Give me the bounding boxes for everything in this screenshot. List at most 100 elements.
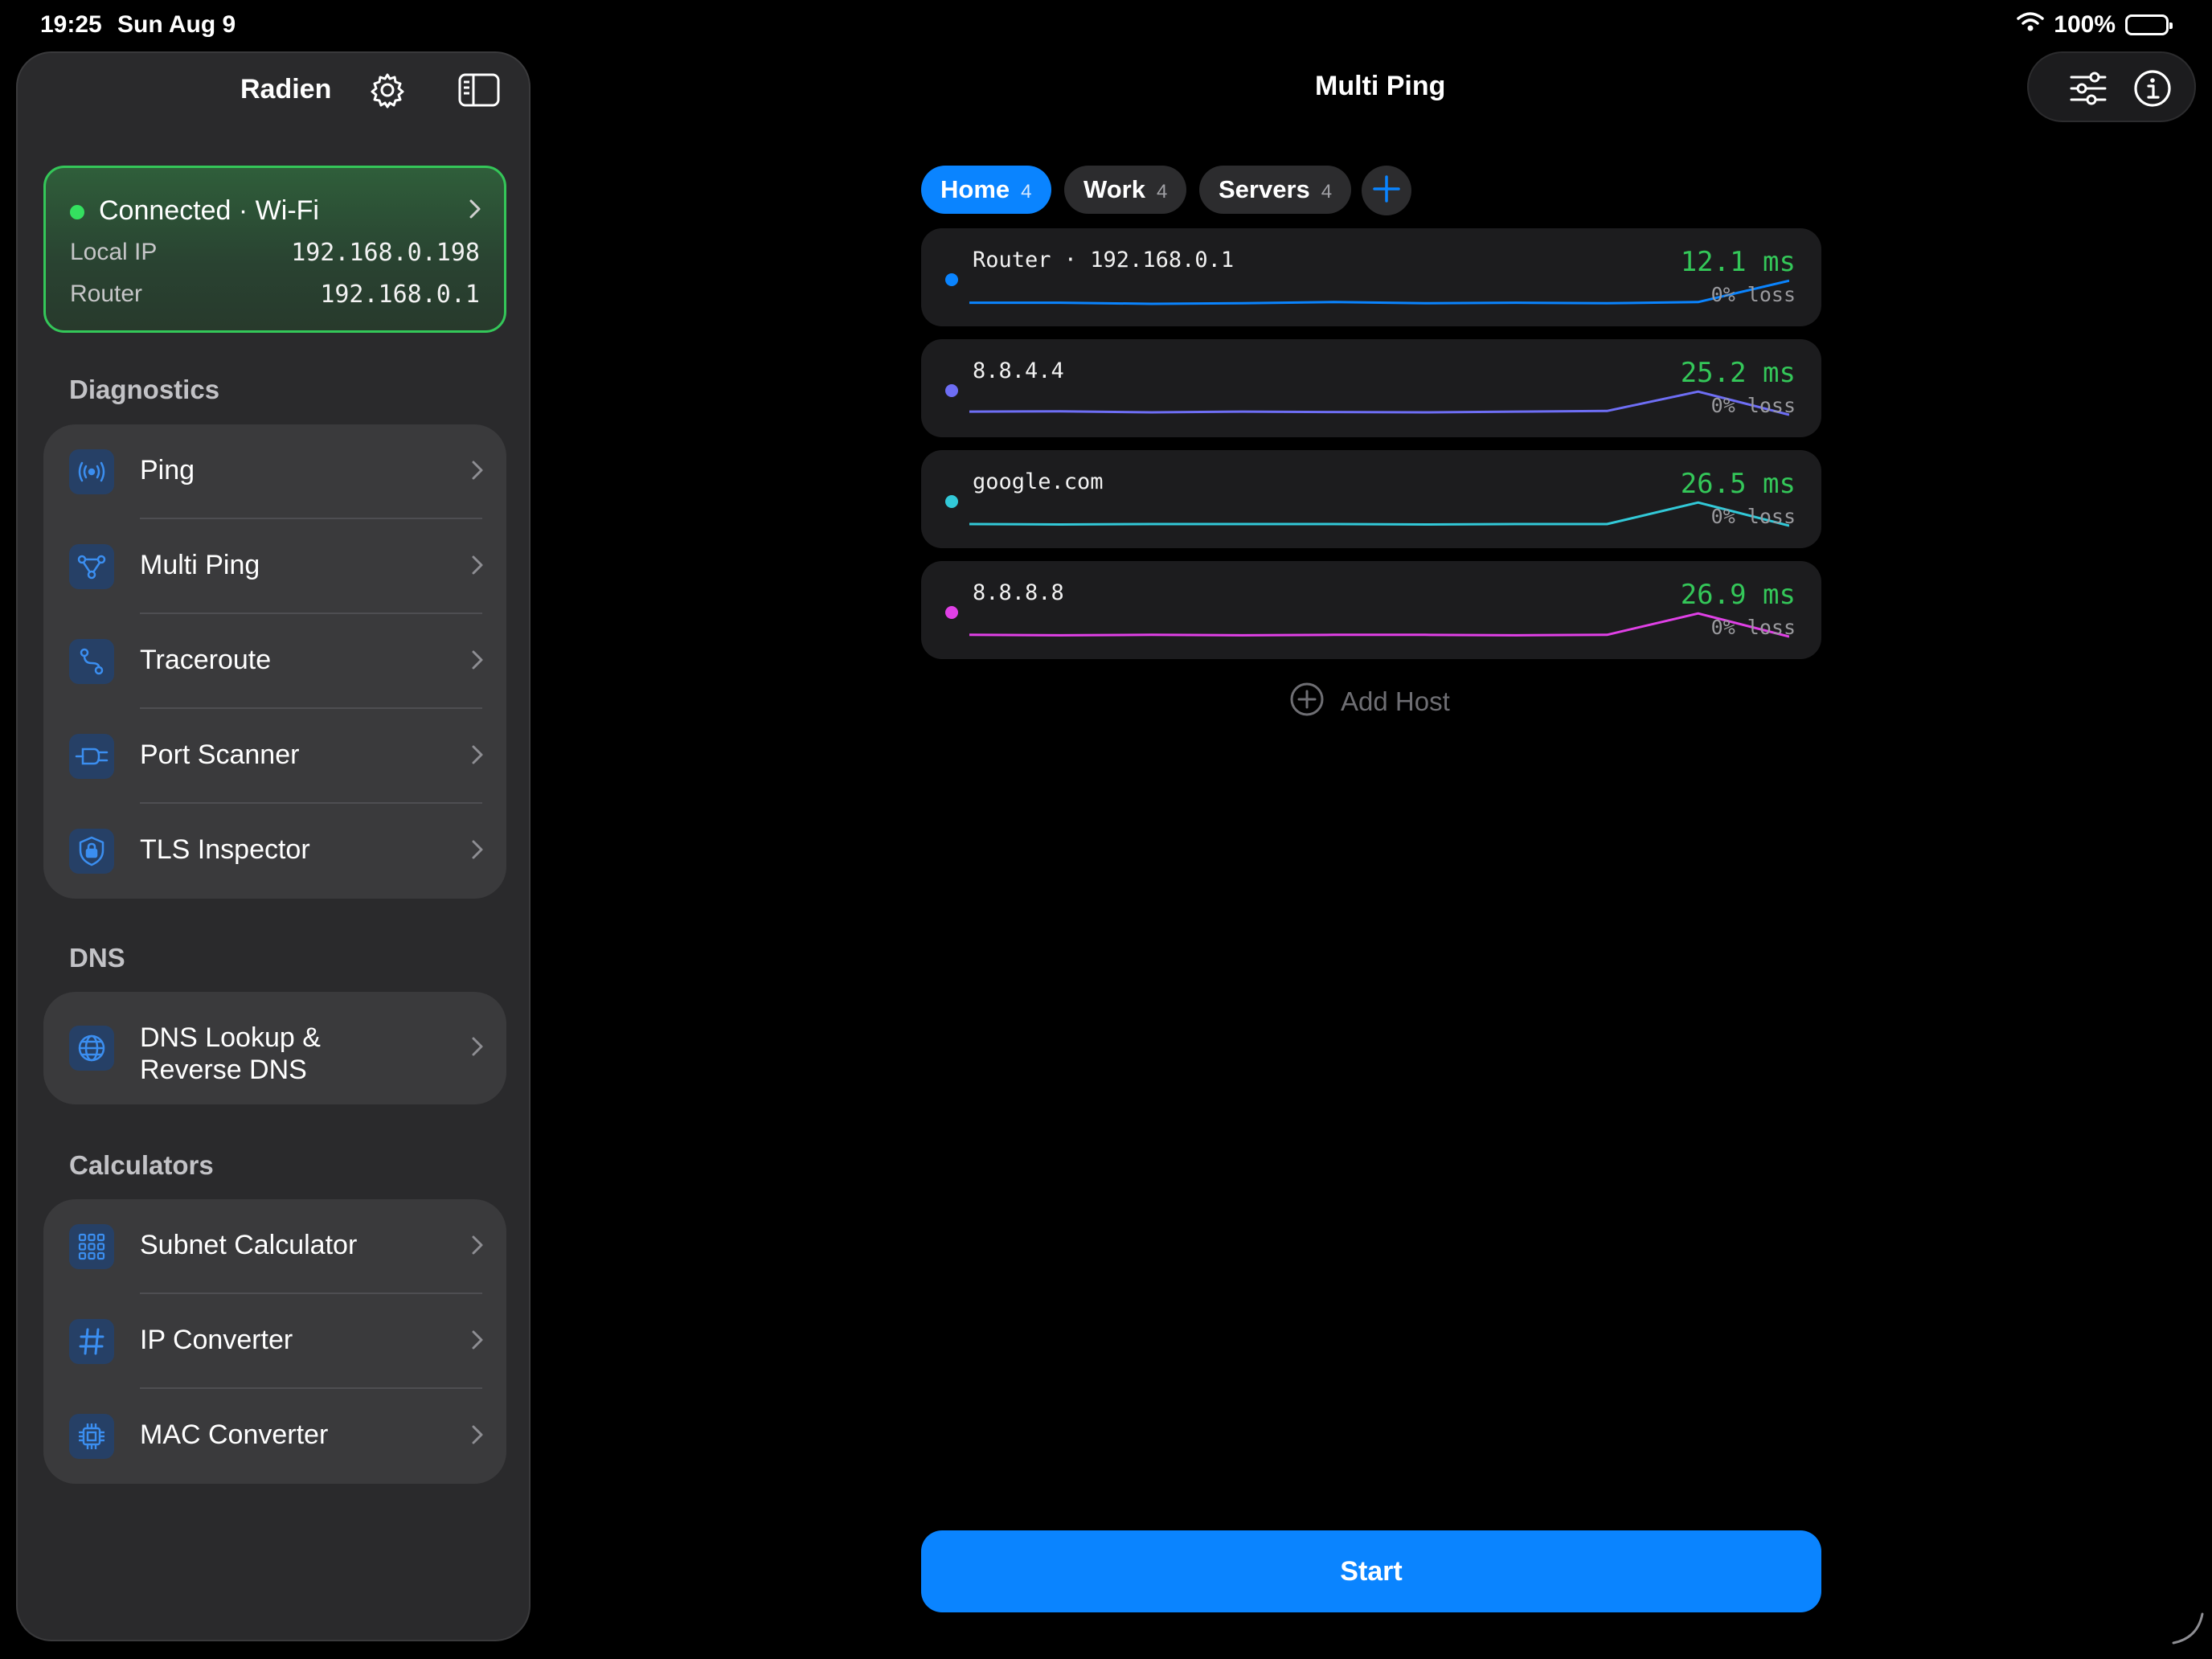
sidebar-item-dns-lookup[interactable]: DNS Lookup & Reverse DNS bbox=[43, 1001, 506, 1096]
host-color-dot bbox=[945, 273, 958, 286]
sidebar-item-mac-converter[interactable]: MAC Converter bbox=[43, 1389, 506, 1484]
chevron-right-icon bbox=[469, 199, 481, 223]
local-ip-label: Local IP bbox=[70, 239, 158, 265]
host-color-dot bbox=[945, 384, 958, 397]
sidebar-item-label: Subnet Calculator bbox=[140, 1230, 358, 1260]
host-latency: 26.9 ms bbox=[1680, 579, 1796, 611]
wifi-icon bbox=[2017, 11, 2045, 39]
chip-icon bbox=[69, 1414, 114, 1459]
host-color-dot bbox=[945, 606, 958, 619]
sidebar-item-label: Multi Ping bbox=[140, 550, 260, 580]
section-title-diagnostics: Diagnostics bbox=[69, 375, 220, 404]
chevron-right-icon bbox=[471, 1424, 484, 1449]
tab-label: Servers bbox=[1219, 175, 1310, 203]
lock-shield-icon bbox=[69, 829, 114, 874]
dns-label-line2: Reverse DNS bbox=[140, 1055, 307, 1085]
latency-sparkline bbox=[969, 390, 1789, 416]
tab-work[interactable]: Work 4 bbox=[1064, 166, 1187, 214]
status-date: Sun Aug 9 bbox=[117, 11, 236, 38]
sidebar-item-label: TLS Inspector bbox=[140, 834, 310, 865]
chevron-right-icon bbox=[471, 1329, 484, 1354]
sidebar-item-label: DNS Lookup & Reverse DNS bbox=[140, 1022, 321, 1086]
status-indicators: 100% bbox=[2017, 11, 2173, 39]
host-name: 8.8.8.8 bbox=[973, 580, 1064, 605]
sidebar-item-traceroute[interactable]: Traceroute bbox=[43, 614, 506, 709]
plus-circle-icon bbox=[1289, 682, 1325, 721]
host-loss: 0% loss bbox=[1710, 616, 1796, 639]
sidebar-item-ip-converter[interactable]: IP Converter bbox=[43, 1294, 506, 1389]
antenna-icon bbox=[69, 449, 114, 494]
dns-group: DNS Lookup & Reverse DNS bbox=[43, 992, 506, 1104]
host-name: Router · 192.168.0.1 bbox=[973, 248, 1235, 272]
tab-label: Home bbox=[940, 175, 1010, 203]
sidebar: Radien Connected · Wi-Fi Local IP 192.16… bbox=[16, 51, 530, 1641]
chevron-right-icon bbox=[471, 460, 484, 485]
sidebar-item-label: Port Scanner bbox=[140, 739, 300, 770]
sidebar-toggle-icon[interactable] bbox=[457, 68, 502, 113]
status-time: 19:25 bbox=[40, 11, 102, 38]
diagnostics-group: Ping Multi Ping Traceroute Port Scanner bbox=[43, 424, 506, 899]
sidebar-item-port-scanner[interactable]: Port Scanner bbox=[43, 709, 506, 804]
calculators-group: Subnet Calculator IP Converter MAC Conve… bbox=[43, 1199, 506, 1484]
sidebar-item-label: MAC Converter bbox=[140, 1419, 329, 1450]
chevron-right-icon bbox=[471, 1235, 484, 1260]
tab-home[interactable]: Home 4 bbox=[921, 166, 1051, 214]
plug-icon bbox=[69, 734, 114, 779]
globe-icon bbox=[69, 1026, 114, 1071]
router-value: 192.168.0.1 bbox=[320, 281, 480, 309]
host-latency: 26.5 ms bbox=[1680, 468, 1796, 500]
grid-icon bbox=[69, 1224, 114, 1269]
section-title-dns: DNS bbox=[69, 943, 125, 973]
sidebar-item-label: IP Converter bbox=[140, 1325, 293, 1355]
host-latency: 12.1 ms bbox=[1680, 246, 1796, 278]
dns-label-line1: DNS Lookup & bbox=[140, 1022, 321, 1053]
connection-card[interactable]: Connected · Wi-Fi Local IP 192.168.0.198… bbox=[43, 166, 506, 333]
sidebar-item-label: Ping bbox=[140, 455, 195, 485]
tab-servers[interactable]: Servers 4 bbox=[1199, 166, 1352, 214]
chevron-right-icon bbox=[471, 839, 484, 864]
battery-icon bbox=[2125, 14, 2173, 35]
host-row[interactable]: google.com 26.5 ms 0% loss bbox=[921, 450, 1821, 548]
host-color-dot bbox=[945, 495, 958, 508]
router-row: Router 192.168.0.1 bbox=[70, 281, 480, 313]
sidebar-item-subnet-calculator[interactable]: Subnet Calculator bbox=[43, 1199, 506, 1294]
route-icon bbox=[69, 639, 114, 684]
add-host-label: Add Host bbox=[1341, 686, 1450, 716]
host-row[interactable]: Router · 192.168.0.1 12.1 ms 0% loss bbox=[921, 228, 1821, 326]
chevron-right-icon bbox=[471, 744, 484, 769]
sidebar-item-multi-ping[interactable]: Multi Ping bbox=[43, 519, 506, 614]
page-title: Multi Ping bbox=[1315, 71, 1446, 101]
start-button[interactable]: Start bbox=[921, 1530, 1821, 1612]
local-ip-row: Local IP 192.168.0.198 bbox=[70, 239, 480, 271]
add-host-button[interactable]: Add Host bbox=[1289, 682, 1450, 721]
chevron-right-icon bbox=[471, 555, 484, 580]
chevron-right-icon bbox=[471, 649, 484, 674]
sidebar-header: Radien bbox=[18, 53, 529, 125]
latency-sparkline bbox=[969, 612, 1789, 638]
host-name: google.com bbox=[973, 469, 1104, 494]
host-row[interactable]: 8.8.8.8 26.9 ms 0% loss bbox=[921, 561, 1821, 659]
tab-label: Work bbox=[1083, 175, 1145, 203]
host-latency: 25.2 ms bbox=[1680, 357, 1796, 389]
resize-handle-icon[interactable] bbox=[2170, 1611, 2206, 1650]
app-title: Radien bbox=[240, 74, 332, 104]
local-ip-value: 192.168.0.198 bbox=[291, 239, 480, 267]
router-label: Router bbox=[70, 281, 143, 307]
add-tab-button[interactable] bbox=[1362, 166, 1411, 215]
toolbar bbox=[2027, 51, 2196, 122]
host-row[interactable]: 8.8.4.4 25.2 ms 0% loss bbox=[921, 339, 1821, 437]
battery-percent: 100% bbox=[2054, 11, 2116, 38]
info-icon[interactable] bbox=[2128, 64, 2177, 113]
tab-count: 4 bbox=[1156, 181, 1168, 203]
sliders-icon[interactable] bbox=[2064, 64, 2112, 113]
tab-count: 4 bbox=[1321, 181, 1333, 203]
sidebar-item-ping[interactable]: Ping bbox=[43, 424, 506, 519]
latency-sparkline bbox=[969, 501, 1789, 527]
hash-icon bbox=[69, 1319, 114, 1364]
host-name: 8.8.4.4 bbox=[973, 358, 1064, 383]
tab-count: 4 bbox=[1021, 181, 1032, 203]
host-loss: 0% loss bbox=[1710, 394, 1796, 417]
gear-icon[interactable] bbox=[365, 68, 410, 113]
section-title-calculators: Calculators bbox=[69, 1150, 214, 1180]
sidebar-item-tls-inspector[interactable]: TLS Inspector bbox=[43, 804, 506, 899]
